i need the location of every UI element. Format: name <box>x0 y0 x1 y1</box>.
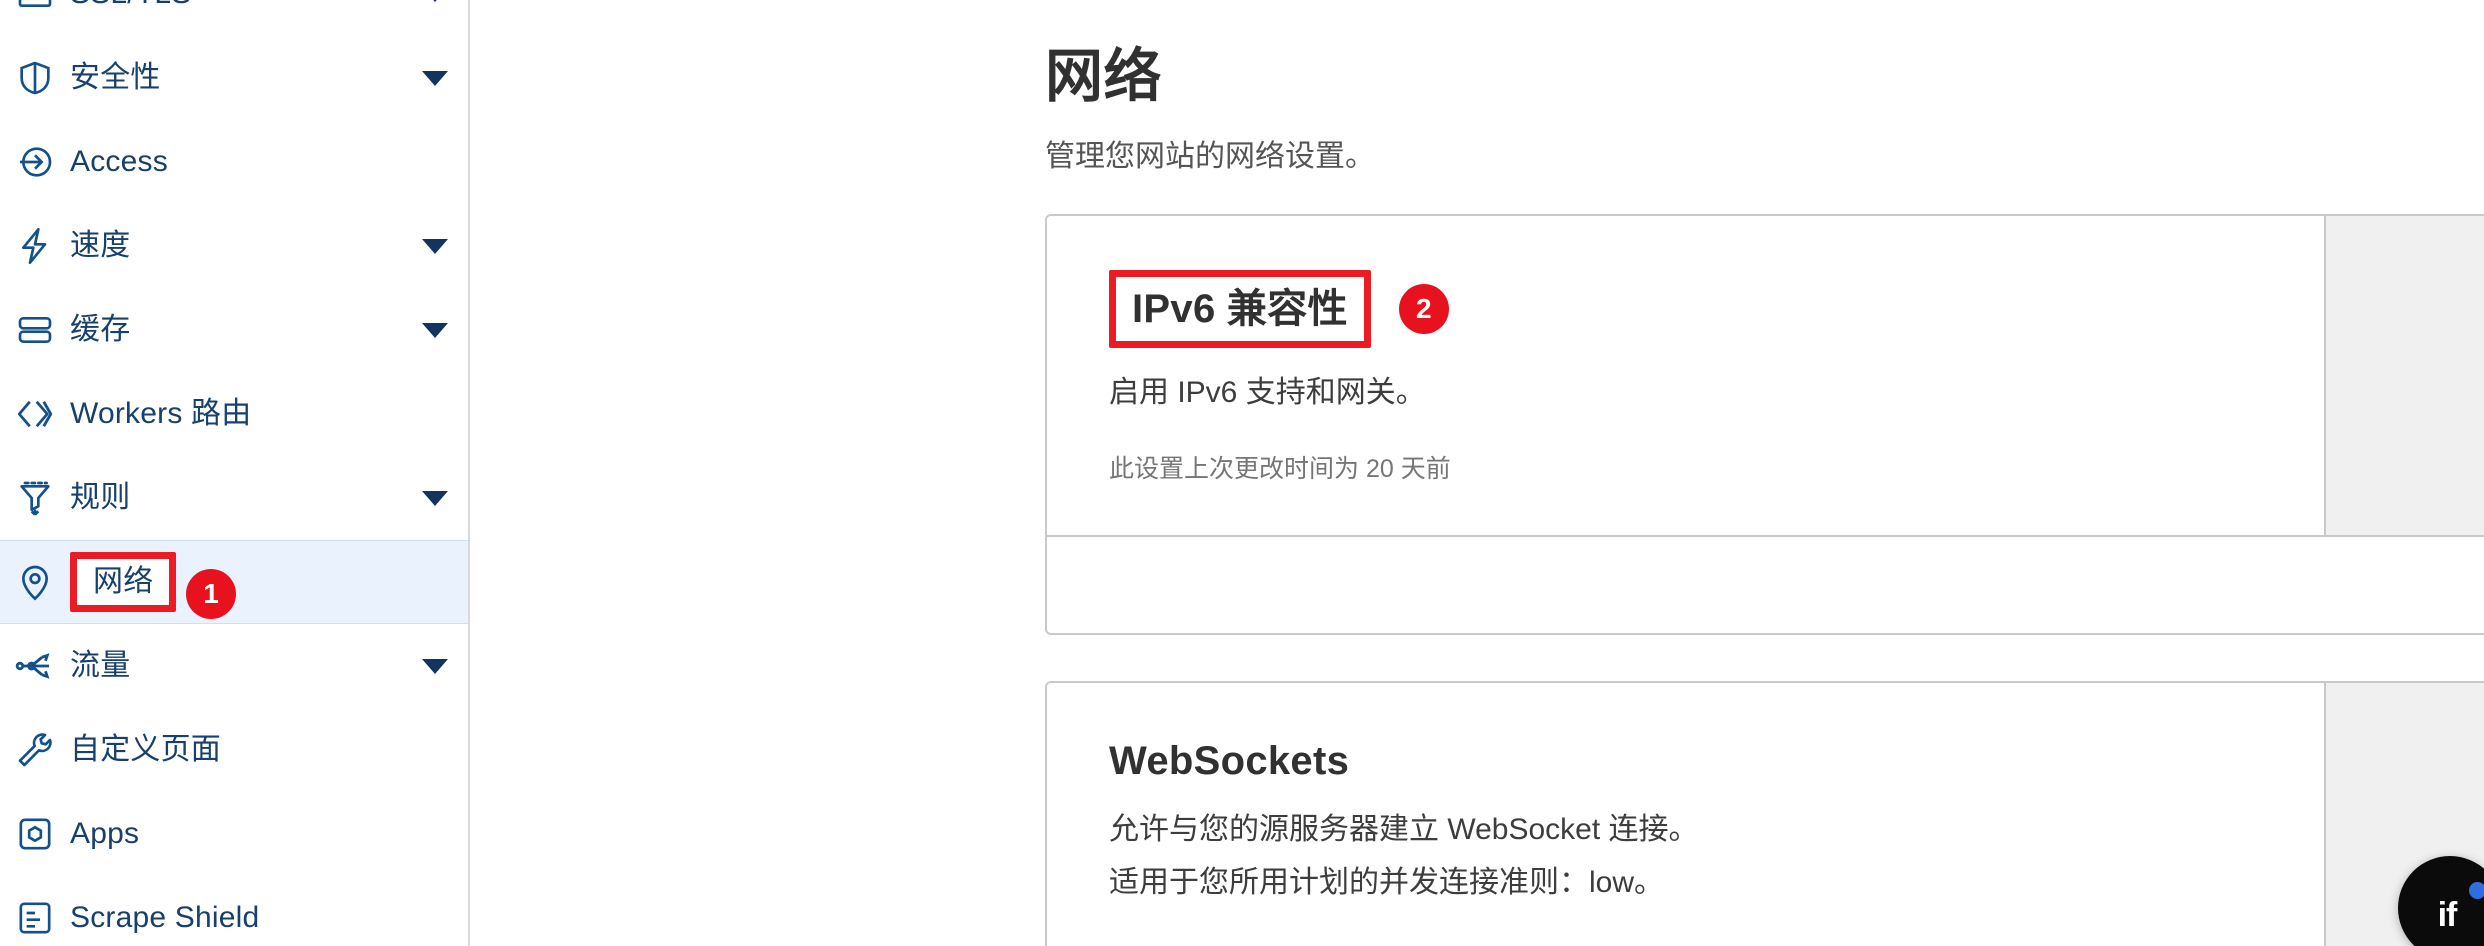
sidebar-item-label: 缓存 <box>70 313 131 346</box>
chevron-down-icon[interactable] <box>422 322 448 338</box>
main-content: 网络 管理您网站的网络设置。 IPv6 兼容性 2 启用 IPv6 支持和网关。… <box>470 0 2484 946</box>
sidebar-item-apps[interactable]: Apps <box>0 792 468 876</box>
location-pin-icon <box>0 562 70 602</box>
chevron-down-icon[interactable] <box>422 658 448 674</box>
sidebar-item-scrape-shield[interactable]: Scrape Shield <box>0 876 468 946</box>
sidebar-item-caching[interactable]: 缓存 <box>0 288 468 372</box>
card-right-panel <box>2326 215 2484 536</box>
sidebar-item-workers-routes[interactable]: Workers 路由 <box>0 372 468 456</box>
card-footer: API 帮助 <box>1047 535 2484 634</box>
app-square-icon <box>0 814 70 854</box>
chevron-down-icon[interactable] <box>422 490 448 506</box>
card-description: 启用 IPv6 支持和网关。 <box>1109 375 1426 409</box>
sidebar-item-label: 网络 <box>93 565 154 598</box>
sidebar-scroll-container[interactable]: SSL/TLS 安全性 <box>0 0 468 946</box>
sidebar-item-traffic[interactable]: 流量 <box>0 624 468 708</box>
sidebar-item-access[interactable]: Access <box>0 120 468 204</box>
shield-icon <box>0 58 70 98</box>
chevron-down-icon[interactable] <box>422 0 448 2</box>
sidebar-item-rules[interactable]: 规则 <box>0 456 468 540</box>
card-websockets: WebSockets 允许与您的源服务器建立 WebSocket 连接。 适用于… <box>1045 681 2484 946</box>
sidebar: SSL/TLS 安全性 <box>0 0 470 946</box>
annotation-badge-2: 2 <box>1398 283 1449 334</box>
chat-widget-notification-dot <box>2469 882 2484 899</box>
sidebar-item-label: SSL/TLS <box>70 0 191 9</box>
sidebar-item-label: 速度 <box>70 229 131 262</box>
card-description-line-1: 允许与您的源服务器建立 WebSocket 连接。 <box>1109 813 1699 847</box>
sidebar-item-custom-pages[interactable]: 自定义页面 <box>0 708 468 792</box>
card-ipv6-compatibility: IPv6 兼容性 2 启用 IPv6 支持和网关。 此设置上次更改时间为 20 … <box>1045 213 2484 636</box>
page-title: 网络 <box>1045 44 1163 109</box>
annotation-box-ipv6-title: IPv6 兼容性 <box>1109 269 1371 348</box>
sidebar-item-label: 自定义页面 <box>70 733 221 766</box>
chevron-down-icon[interactable] <box>422 238 448 254</box>
chat-widget-wordmark: if <box>2437 896 2458 934</box>
wrench-icon <box>0 730 70 770</box>
card-body: IPv6 兼容性 2 启用 IPv6 支持和网关。 此设置上次更改时间为 20 … <box>1047 215 2484 536</box>
card-last-changed-note: 此设置上次更改时间为 20 天前 <box>1109 455 1451 484</box>
card-title: IPv6 兼容性 <box>1132 286 1348 331</box>
sidebar-item-label: Workers 路由 <box>70 397 252 430</box>
lock-icon <box>0 0 70 14</box>
card-left-panel: IPv6 兼容性 2 启用 IPv6 支持和网关。 此设置上次更改时间为 20 … <box>1047 215 2326 536</box>
card-description-line-2: 适用于您所用计划的并发连接准则：low。 <box>1109 865 1665 899</box>
sidebar-item-label: Scrape Shield <box>70 901 260 934</box>
chevron-down-icon[interactable] <box>422 70 448 86</box>
card-body: WebSockets 允许与您的源服务器建立 WebSocket 连接。 适用于… <box>1047 683 2484 946</box>
card-title-ipv6-wrap: IPv6 兼容性 2 <box>1109 269 1449 348</box>
sidebar-item-label: Apps <box>70 817 140 850</box>
annotation-badge-1: 1 <box>186 569 236 619</box>
sidebar-item-label: 规则 <box>70 481 131 514</box>
sidebar-item-network[interactable]: 网络 <box>0 540 468 624</box>
sidebar-item-label: 安全性 <box>70 61 161 94</box>
sidebar-item-speed[interactable]: 速度 <box>0 204 468 288</box>
funnel-filter-icon <box>0 478 70 518</box>
code-brackets-icon <box>0 393 70 435</box>
sidebar-item-label: Access <box>70 145 168 178</box>
document-shield-icon <box>0 898 70 938</box>
lightning-bolt-icon <box>0 226 70 266</box>
card-left-panel: WebSockets 允许与您的源服务器建立 WebSocket 连接。 适用于… <box>1047 683 2326 946</box>
annotation-box-network: 网络 <box>70 552 177 612</box>
app-root: SSL/TLS 安全性 <box>0 0 2484 946</box>
sidebar-item-security[interactable]: 安全性 <box>0 36 468 120</box>
traffic-network-icon <box>0 645 70 687</box>
page-subtitle: 管理您网站的网络设置。 <box>1045 139 1375 173</box>
card-title: WebSockets <box>1109 739 1350 784</box>
sidebar-item-label: 流量 <box>70 649 131 682</box>
access-arrow-icon <box>0 142 70 182</box>
server-stack-icon <box>0 310 70 350</box>
main-inner: 网络 管理您网站的网络设置。 IPv6 兼容性 2 启用 IPv6 支持和网关。… <box>470 0 2484 946</box>
sidebar-item-ssl-tls[interactable]: SSL/TLS <box>0 0 468 36</box>
